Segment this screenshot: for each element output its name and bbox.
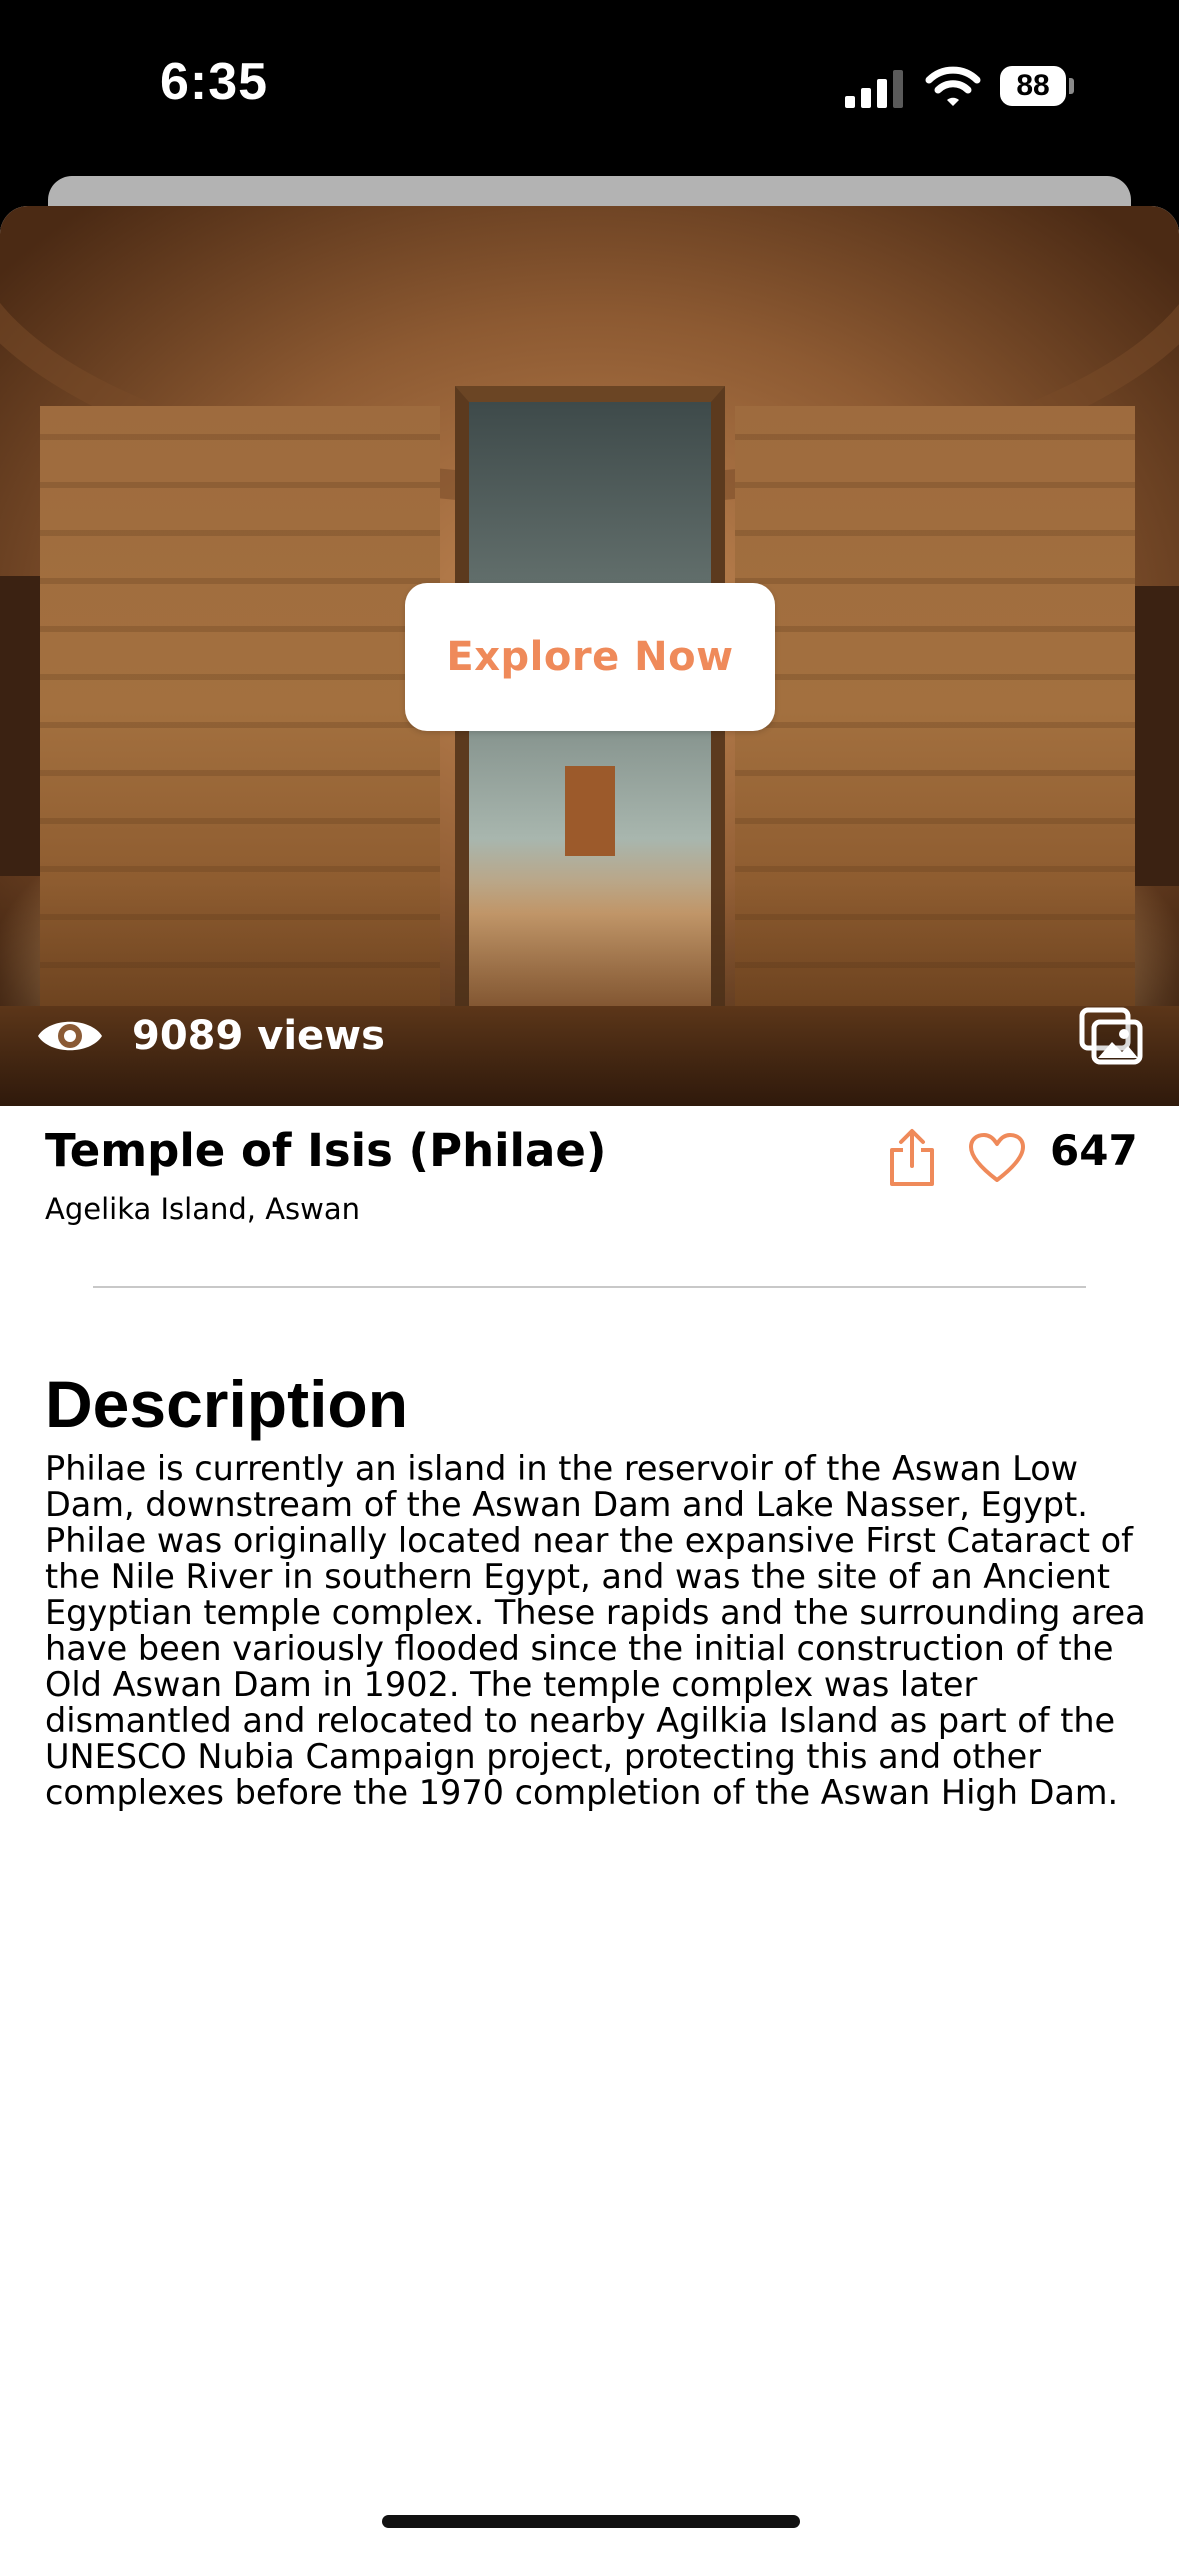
status-bar: 6:35 88 [0,0,1179,175]
place-location: Agelika Island, Aswan [45,1192,361,1226]
status-time: 6:35 [160,53,269,111]
battery-cap [1069,78,1074,94]
heart-icon[interactable] [968,1132,1026,1184]
home-indicator[interactable] [382,2515,800,2528]
views-counter: 9089 views [36,1006,385,1066]
place-title: Temple of Isis (Philae) [45,1124,607,1177]
detail-sheet: Explore Now 9089 views Temple of Isis (P… [0,206,1179,2556]
description-heading: Description [45,1367,409,1441]
views-text: 9089 views [132,1013,385,1059]
signal-icon [845,70,903,108]
share-icon[interactable] [886,1128,938,1188]
explore-now-button[interactable]: Explore Now [405,583,775,731]
battery-level: 88 [1000,66,1066,106]
panorama-image[interactable]: Explore Now 9089 views [0,206,1179,1106]
eye-icon [38,1021,102,1051]
like-count: 647 [1050,1126,1138,1175]
wifi-icon [925,66,981,106]
divider [93,1286,1086,1288]
gallery-icon[interactable] [1078,1006,1144,1066]
description-text: Philae is currently an island in the res… [45,1449,1146,1812]
battery-icon: 88 [1000,66,1074,108]
